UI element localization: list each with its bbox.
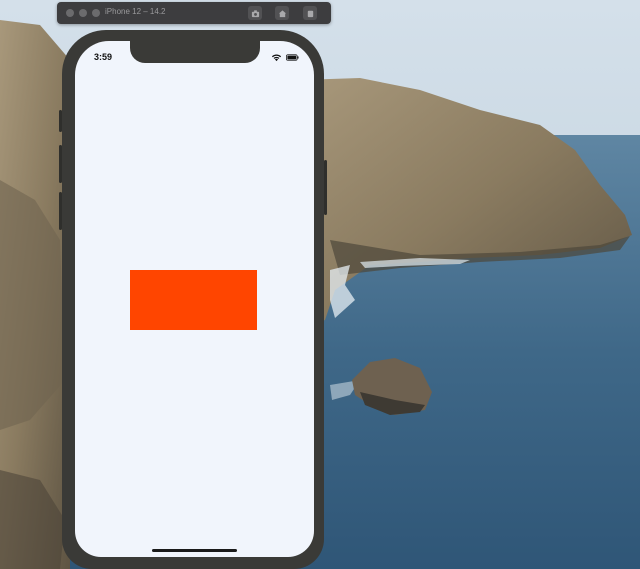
notch [130,41,260,63]
battery-icon [286,54,299,61]
rotate-icon [307,10,313,17]
phone-screen[interactable]: 3:59 [75,41,314,557]
home-button[interactable] [275,6,289,20]
side-button-left-top [59,110,62,132]
close-window-button[interactable] [66,9,74,17]
side-button-left-mid [59,145,62,183]
simulator-title-bar: iPhone 12 – 14.2 [57,2,331,24]
home-indicator[interactable] [152,549,237,552]
rotate-button[interactable] [303,6,317,20]
minimize-window-button[interactable] [79,9,87,17]
wifi-icon [271,54,282,62]
camera-icon [251,9,259,17]
side-button-left-bottom [59,192,62,230]
home-icon [278,9,286,17]
screenshot-button[interactable] [248,6,262,20]
simulator-title: iPhone 12 – 14.2 [105,7,166,16]
zoom-window-button[interactable] [92,9,100,17]
status-time: 3:59 [94,52,113,62]
side-button-right [324,160,327,215]
orange-rectangle-view [130,270,257,330]
